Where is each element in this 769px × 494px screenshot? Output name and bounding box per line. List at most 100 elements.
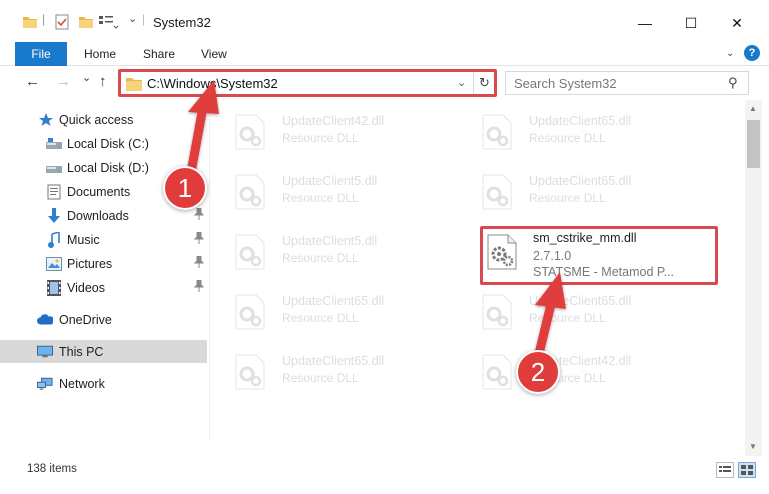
sidebar-item-label: Documents xyxy=(67,184,131,199)
maximize-icon: ☐ xyxy=(684,14,698,31)
list-item[interactable]: UpdateClient65.dll Resource DLL xyxy=(461,164,701,214)
sidebar-item-network[interactable]: Network xyxy=(0,372,207,395)
file-name: UpdateClient5.dll xyxy=(282,174,378,188)
maximize-button[interactable]: ☐ xyxy=(668,8,714,38)
pin-icon[interactable] xyxy=(193,231,205,247)
tab-share[interactable]: Share xyxy=(143,47,175,61)
sidebar-item-label: Pictures xyxy=(67,256,113,271)
step-2-badge: 2 xyxy=(516,350,560,394)
dll-file-icon xyxy=(234,354,266,390)
scroll-down-icon[interactable]: ▼ xyxy=(749,442,757,451)
forward-button[interactable]: → xyxy=(56,73,71,90)
item-count: 138 items xyxy=(27,463,77,475)
back-button[interactable]: ← xyxy=(25,73,40,90)
separator: | xyxy=(42,12,46,26)
dll-file-icon xyxy=(481,114,513,150)
file-description: Resource DLL xyxy=(529,131,606,145)
dll-file-icon xyxy=(234,234,266,270)
scroll-up-icon[interactable]: ▲ xyxy=(749,104,757,113)
list-item[interactable]: UpdateClient42.dll Resource DLL xyxy=(214,104,454,154)
up-button[interactable]: ↑ xyxy=(99,73,107,90)
file-description: Resource DLL xyxy=(282,311,359,325)
list-item[interactable]: UpdateClient5.dll Resource DLL xyxy=(214,164,454,214)
customize-toolbar-icon[interactable] xyxy=(98,14,119,30)
star-icon xyxy=(38,112,54,128)
window-title: System32 xyxy=(153,15,211,30)
sidebar-item-this-pc[interactable]: This PC xyxy=(0,340,207,363)
sidebar-item-label: OneDrive xyxy=(59,312,112,327)
dll-file-icon xyxy=(234,114,266,150)
navigation-pane: Quick access Local Disk (C:) Local Disk … xyxy=(0,100,208,460)
large-icons-view-button[interactable] xyxy=(738,462,756,478)
properties-icon[interactable] xyxy=(54,14,70,30)
monitor-icon xyxy=(37,344,53,360)
sidebar-item-label: Local Disk (C:) xyxy=(67,136,149,151)
dll-file-icon xyxy=(481,294,513,330)
ribbon-tabs: File Home Share View ⌄ ? xyxy=(0,40,769,66)
download-icon xyxy=(46,207,62,224)
pin-icon[interactable] xyxy=(193,207,205,223)
sidebar-item-label: Videos xyxy=(67,280,105,295)
tab-view[interactable]: View xyxy=(201,47,227,61)
file-description: Resource DLL xyxy=(282,191,359,205)
list-item[interactable]: UpdateClient5.dll Resource DLL xyxy=(214,224,454,274)
ribbon-expand-icon[interactable]: ⌄ xyxy=(726,48,734,59)
sidebar-item-label: Music xyxy=(67,232,100,247)
file-highlight xyxy=(480,226,718,285)
pin-icon[interactable] xyxy=(193,255,205,271)
file-description: Resource DLL xyxy=(529,311,606,325)
sidebar-item-quick-access[interactable]: Quick access xyxy=(0,108,207,131)
sidebar-item-onedrive[interactable]: OneDrive xyxy=(0,308,207,331)
file-name: UpdateClient65.dll xyxy=(529,114,632,128)
dll-file-icon xyxy=(481,354,513,390)
search-icon[interactable]: ⚲ xyxy=(728,75,738,91)
vertical-scrollbar[interactable]: ▲ ▼ xyxy=(745,100,762,456)
sidebar-item-label: Quick access xyxy=(59,112,134,127)
list-item[interactable]: UpdateClient65.dll Resource DLL xyxy=(214,284,454,334)
minimize-button[interactable]: — xyxy=(622,8,668,38)
drive-icon xyxy=(46,136,62,152)
network-icon xyxy=(37,376,53,392)
tab-home[interactable]: Home xyxy=(84,47,116,61)
sidebar-item-local-disk-c[interactable]: Local Disk (C:) xyxy=(0,132,207,155)
file-description: Resource DLL xyxy=(282,131,359,145)
sidebar-item-music[interactable]: Music xyxy=(0,228,207,251)
sidebar-item-label: Local Disk (D:) xyxy=(67,160,149,175)
list-item[interactable]: UpdateClient42.dll Resource DLL xyxy=(461,344,701,394)
step-1-badge: 1 xyxy=(163,166,207,210)
sidebar-item-pictures[interactable]: Pictures xyxy=(0,252,207,275)
file-description: Resource DLL xyxy=(282,371,359,385)
new-folder-icon[interactable] xyxy=(78,14,94,30)
sidebar-item-label: This PC xyxy=(59,344,104,359)
pictures-icon xyxy=(46,256,62,272)
file-name: UpdateClient65.dll xyxy=(529,174,632,188)
videos-icon xyxy=(46,279,62,296)
dll-file-icon xyxy=(481,174,513,210)
scroll-thumb[interactable] xyxy=(747,120,760,168)
tab-file[interactable]: File xyxy=(15,42,67,66)
list-item[interactable]: UpdateClient65.dll Resource DLL xyxy=(461,104,701,154)
search-input[interactable] xyxy=(506,72,726,94)
recent-locations-button[interactable]: ⌄ xyxy=(82,71,91,84)
sidebar-item-label: Network xyxy=(59,376,105,391)
search-box[interactable]: ⚲ xyxy=(505,71,749,95)
large-icons-view-icon xyxy=(741,465,753,475)
sidebar-item-label: Downloads xyxy=(67,208,129,223)
file-name: UpdateClient5.dll xyxy=(282,234,378,248)
sidebar-item-videos[interactable]: Videos xyxy=(0,276,207,299)
list-item[interactable]: UpdateClient65.dll Resource DLL xyxy=(214,344,454,394)
quick-access-dropdown-icon[interactable]: ⌄ xyxy=(128,12,137,28)
drive-icon xyxy=(46,160,62,176)
music-icon xyxy=(46,231,62,248)
close-button[interactable]: ✕ xyxy=(714,8,760,38)
minimize-icon: — xyxy=(638,15,652,31)
status-bar: 138 items xyxy=(0,458,769,482)
help-icon[interactable]: ? xyxy=(744,45,760,61)
list-item[interactable]: UpdateClient65.dll Resource DLL xyxy=(461,284,701,334)
title-bar: | ⌄ | System32 — ☐ ✕ xyxy=(0,0,769,40)
details-view-icon xyxy=(719,466,731,472)
pin-icon[interactable] xyxy=(193,279,205,295)
pane-divider[interactable] xyxy=(209,100,210,440)
details-view-button[interactable] xyxy=(716,462,734,478)
folder-icon xyxy=(22,14,38,30)
